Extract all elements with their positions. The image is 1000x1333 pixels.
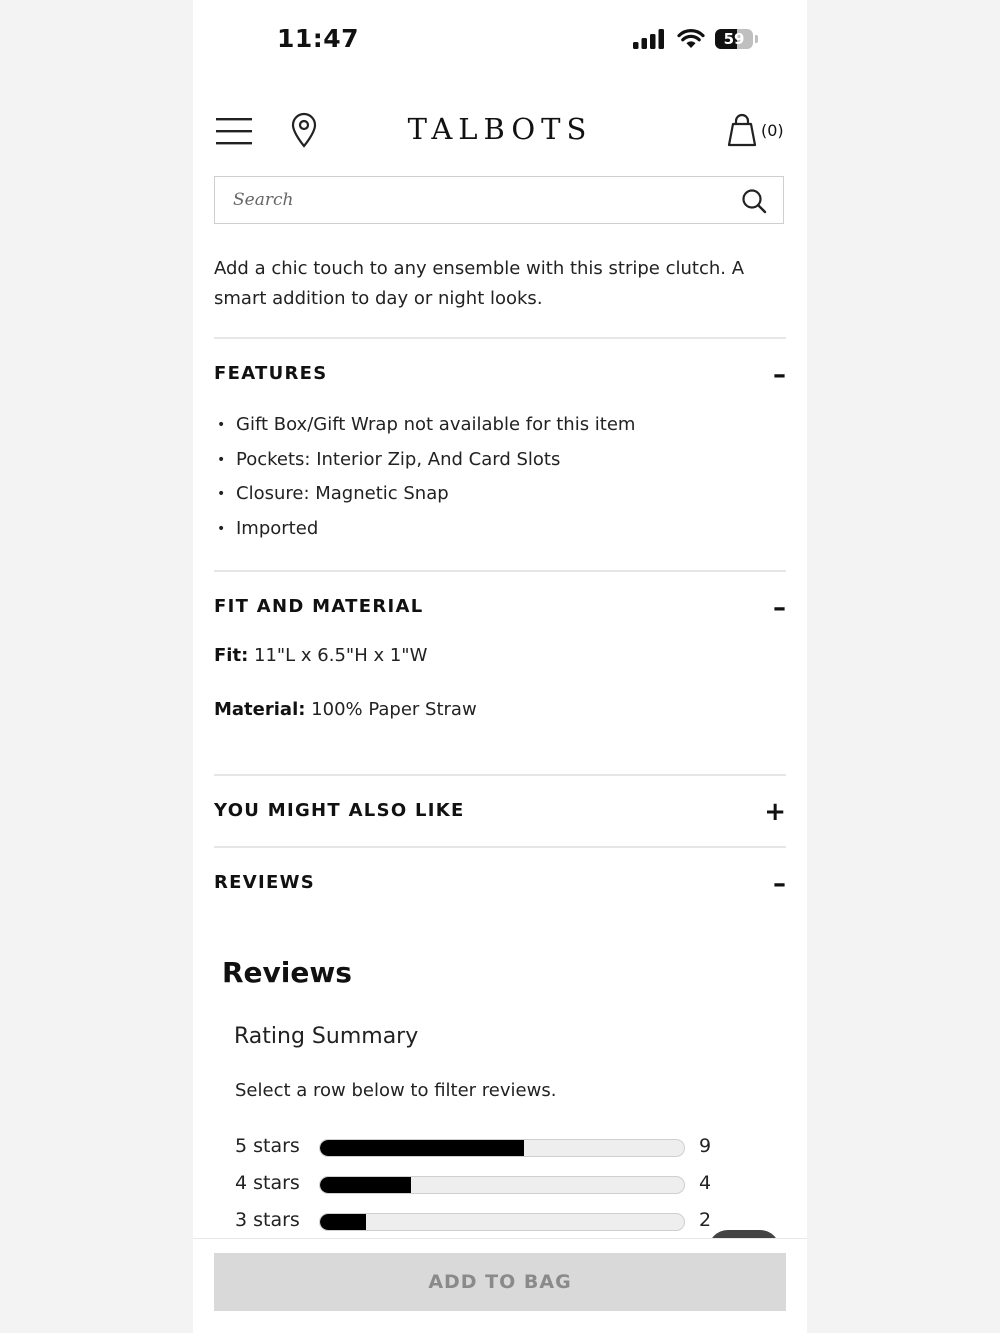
brand-logo[interactable]: TALBOTS [193,112,807,146]
battery-icon: 59 [715,29,758,49]
rating-bar-track [319,1139,685,1157]
material-label: Material: [214,699,306,720]
fit-material-accordion-header[interactable]: FIT AND MATERIAL – [214,590,786,626]
features-list: • Gift Box/Gift Wrap not available for th… [214,410,786,548]
fit-material-title: FIT AND MATERIAL [214,596,424,617]
features-accordion-header[interactable]: FEATURES – [214,357,786,393]
list-item: • Pockets: Interior Zip, And Card Slots [217,448,561,470]
rating-bar-fill [320,1140,524,1156]
battery-percent: 59 [723,30,745,48]
rating-label: 4 stars [235,1172,300,1194]
search-button[interactable] [741,188,767,214]
add-to-bag-button[interactable]: ADD TO BAG [214,1253,786,1311]
site-header: TALBOTS (0) [193,100,807,164]
cellular-signal-icon [633,29,664,49]
rating-label: 5 stars [235,1135,300,1157]
collapse-icon: – [773,593,786,623]
collapse-icon: – [773,360,786,390]
rating-count: 9 [699,1135,712,1157]
status-time: 11:47 [277,24,360,53]
status-bar: 11:47 59 [193,0,807,80]
wifi-icon [677,29,705,48]
also-like-title: YOU MIGHT ALSO LIKE [214,800,465,821]
fit-label: Fit: [214,645,249,666]
rating-count: 4 [699,1172,712,1194]
rating-label: 3 stars [235,1209,300,1231]
search-input[interactable] [215,177,715,223]
search-icon [742,189,767,214]
fit-spec: Fit: 11"L x 6.5"H x 1"W [214,645,427,666]
rating-bar-track [319,1176,685,1194]
rating-row-4-stars[interactable]: 4 stars 4 [235,1170,715,1200]
divider [214,570,786,572]
divider [214,846,786,848]
rating-bar-fill [320,1214,366,1230]
rating-row-5-stars[interactable]: 5 stars 9 [235,1133,715,1163]
product-description: Add a chic touch to any ensemble with th… [214,258,745,309]
rating-summary-title: Rating Summary [234,1024,419,1049]
list-item: • Gift Box/Gift Wrap not available for th… [217,414,636,435]
search-bar [214,176,784,224]
expand-icon: + [764,797,786,827]
filter-hint: Select a row below to filter reviews. [235,1080,557,1101]
bag-count: (0) [761,121,784,140]
reviews-accordion-header[interactable]: REVIEWS – [214,866,786,902]
divider [214,337,786,339]
list-item: • Imported [217,517,319,539]
rating-row-3-stars[interactable]: 3 stars 2 [235,1207,715,1237]
also-like-accordion-header[interactable]: YOU MIGHT ALSO LIKE + [214,794,786,830]
material-spec: Material: 100% Paper Straw [214,699,477,720]
shopping-bag-button[interactable]: (0) [725,112,784,148]
sticky-cta-bar: ADD TO BAG [193,1238,807,1333]
shopping-bag-icon [727,113,757,147]
reviews-section-title: REVIEWS [214,872,315,893]
list-item: • Closure: Magnetic Snap [217,483,449,504]
fit-value: 11"L x 6.5"H x 1"W [248,645,428,666]
rating-bar-track [319,1213,685,1231]
collapse-icon: – [773,869,786,899]
divider [214,774,786,776]
status-icons: 59 [633,29,758,49]
features-title: FEATURES [214,363,328,384]
rating-count: 2 [699,1209,712,1231]
reviews-heading: Reviews [222,956,352,989]
phone-screen: 11:47 59 TALBOTS (0) Search Add a chic t… [193,0,807,1333]
material-value: 100% Paper Straw [305,699,477,720]
rating-bar-fill [320,1177,411,1193]
